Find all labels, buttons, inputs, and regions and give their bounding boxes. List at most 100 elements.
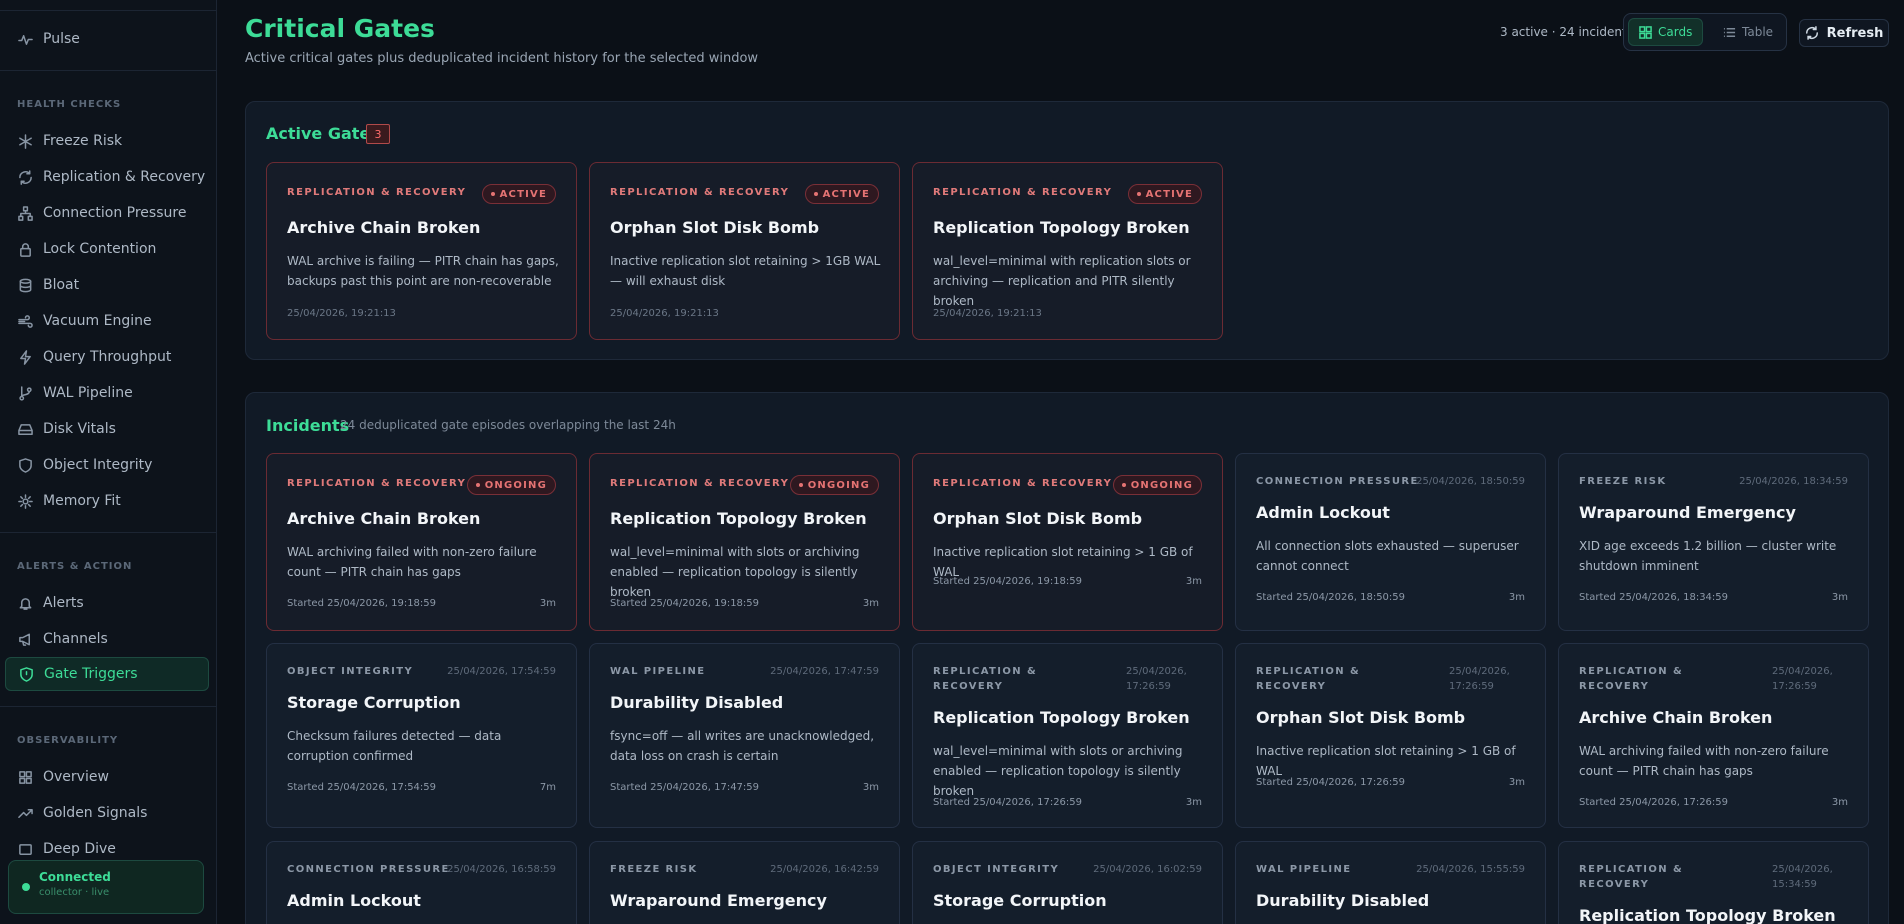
sidebar-item-label: Memory Fit xyxy=(43,493,121,509)
shield-icon xyxy=(18,666,34,682)
card-duration: 3m xyxy=(539,598,556,609)
incident-card[interactable]: REPLICATION & RECOVERY ONGOING Archive C… xyxy=(266,453,577,631)
card-timestamp: 25/04/2026, 18:50:59 xyxy=(1416,476,1525,487)
card-timestamp: 25/04/2026, 16:58:59 xyxy=(447,864,556,875)
incident-card[interactable]: REPLICATION & RECOVERY ONGOING Replicati… xyxy=(589,453,900,631)
sidebar-top-divider xyxy=(0,10,216,11)
card-description: XID age exceeds 1.2 billion — cluster wr… xyxy=(1579,539,1837,573)
sidebar-item-label: Replication & Recovery xyxy=(43,169,206,185)
card-title: Replication Topology Broken xyxy=(933,218,1190,237)
sidebar-item-disk-vitals[interactable]: Disk Vitals xyxy=(5,412,209,446)
incident-card[interactable]: OBJECT INTEGRITY 25/04/2026, 17:54:59 St… xyxy=(266,643,577,828)
incident-card[interactable]: WAL PIPELINE 25/04/2026, 17:47:59 Durabi… xyxy=(589,643,900,828)
active-gate-card[interactable]: REPLICATION & RECOVERY ACTIVE Replicatio… xyxy=(912,162,1223,340)
sidebar-item-label: Object Integrity xyxy=(43,457,153,473)
status-badge: ONGOING xyxy=(1112,475,1202,495)
card-category: CONNECTION PRESSURE xyxy=(1256,476,1419,487)
pulse-icon xyxy=(17,31,33,47)
card-category: REPLICATION & RECOVERY xyxy=(933,187,1113,198)
incident-card[interactable]: OBJECT INTEGRITY 25/04/2026, 16:02:59 St… xyxy=(912,841,1223,924)
shield-icon xyxy=(17,457,33,473)
card-category: FREEZE RISK xyxy=(1579,476,1667,487)
status-label: ACTIVE xyxy=(1145,188,1193,200)
status-badge: ACTIVE xyxy=(481,184,556,204)
page-title: Critical Gates xyxy=(245,14,435,43)
incident-card[interactable]: CONNECTION PRESSURE 25/04/2026, 18:50:59… xyxy=(1235,453,1546,631)
summary-counts: 3 active · 24 incidents xyxy=(1500,25,1633,39)
incident-card[interactable]: REPLICATION & RECOVERY 25/04/2026, 17:26… xyxy=(912,643,1223,828)
sidebar-item-label: Freeze Risk xyxy=(43,133,123,149)
sidebar-item-wal-pipeline[interactable]: WAL Pipeline xyxy=(5,376,209,410)
status-label: ACTIVE xyxy=(499,188,547,200)
sidebar-item-channels[interactable]: Channels xyxy=(5,622,209,656)
sidebar-item-label: Golden Signals xyxy=(43,805,148,821)
status-dot xyxy=(475,483,480,487)
sidebar-item-object-integrity[interactable]: Object Integrity xyxy=(5,448,209,482)
sidebar-divider xyxy=(0,532,216,533)
card-description: All connection slots exhausted — superus… xyxy=(1256,539,1519,573)
cards-view-button[interactable]: Cards xyxy=(1628,18,1704,46)
card-category: REPLICATION & RECOVERY xyxy=(287,478,467,489)
table-view-button[interactable]: Table xyxy=(1713,18,1783,46)
network-icon xyxy=(17,205,33,221)
card-started: Started 25/04/2026, 17:26:59 xyxy=(933,797,1083,808)
card-description: Inactive replication slot retaining > 1G… xyxy=(610,254,881,288)
status-badge: ONGOING xyxy=(789,475,879,495)
sidebar-item-pulse[interactable]: Pulse xyxy=(5,22,209,56)
hard-drive-icon xyxy=(17,421,33,437)
card-timestamp: 25/04/2026, 19:21:13 xyxy=(610,308,719,319)
section-health-checks: HEALTH CHECKS xyxy=(17,99,122,110)
card-duration: 3m xyxy=(1831,592,1848,603)
incident-card[interactable]: REPLICATION & RECOVERY ONGOING Orphan Sl… xyxy=(912,453,1223,631)
card-started: Started 25/04/2026, 17:26:59 xyxy=(1256,777,1406,788)
sidebar-item-bloat[interactable]: Bloat xyxy=(5,268,209,302)
sidebar-item-label: Disk Vitals xyxy=(43,421,116,437)
lightning-icon xyxy=(17,349,33,365)
sidebar-item-gate-triggers[interactable]: Gate Triggers xyxy=(5,657,209,691)
sidebar-item-label: Vacuum Engine xyxy=(43,313,152,329)
card-duration: 3m xyxy=(1831,797,1848,808)
active-gate-card[interactable]: REPLICATION & RECOVERY ACTIVE Orphan Slo… xyxy=(589,162,900,340)
incident-card[interactable]: WAL PIPELINE 25/04/2026, 15:55:59 Durabi… xyxy=(1235,841,1546,924)
card-started: Started 25/04/2026, 19:18:59 xyxy=(287,598,437,609)
incident-card[interactable]: FREEZE RISK 25/04/2026, 16:42:59 Wraparo… xyxy=(589,841,900,924)
status-badge: ACTIVE xyxy=(1127,184,1202,204)
sidebar-item-query-throughput[interactable]: Query Throughput xyxy=(5,340,209,374)
card-started: Started 25/04/2026, 18:34:59 xyxy=(1579,592,1729,603)
card-timestamp: 25/04/2026, 17:26:59 xyxy=(1126,666,1187,692)
card-duration: 7m xyxy=(539,782,556,793)
wind-icon xyxy=(17,313,33,329)
grid-icon xyxy=(17,769,33,785)
sidebar-item-freeze-risk[interactable]: Freeze Risk xyxy=(5,124,209,158)
card-started: Started 25/04/2026, 17:54:59 xyxy=(287,782,437,793)
incident-card[interactable]: CONNECTION PRESSURE 25/04/2026, 16:58:59… xyxy=(266,841,577,924)
incident-card[interactable]: REPLICATION & RECOVERY 25/04/2026, 17:26… xyxy=(1558,643,1869,828)
page-subtitle: Active critical gates plus deduplicated … xyxy=(245,51,759,66)
sidebar-item-lock-contention[interactable]: Lock Contention xyxy=(5,232,209,266)
incident-card[interactable]: REPLICATION & RECOVERY 25/04/2026, 15:34… xyxy=(1558,841,1869,924)
refresh-button[interactable]: Refresh xyxy=(1799,19,1889,47)
card-description: wal_level=minimal with replication slots… xyxy=(933,254,1191,308)
active-gate-card[interactable]: REPLICATION & RECOVERY ACTIVE Archive Ch… xyxy=(266,162,577,340)
card-duration: 3m xyxy=(1508,777,1525,788)
sidebar-item-replication-recovery[interactable]: Replication & Recovery xyxy=(5,160,209,194)
card-timestamp: 25/04/2026, 19:21:13 xyxy=(933,308,1042,319)
section-observability: OBSERVABILITY xyxy=(17,735,119,746)
sidebar-item-memory-fit[interactable]: Memory Fit xyxy=(5,484,209,518)
sidebar-item-vacuum-engine[interactable]: Vacuum Engine xyxy=(5,304,209,338)
chip-icon xyxy=(17,493,33,509)
card-category: WAL PIPELINE xyxy=(1256,864,1352,875)
card-description: WAL archiving failed with non-zero failu… xyxy=(287,545,537,579)
grid-icon xyxy=(1639,25,1652,39)
bell-icon xyxy=(17,595,33,611)
trending-icon xyxy=(17,805,33,821)
incident-card[interactable]: FREEZE RISK 25/04/2026, 18:34:59 Wraparo… xyxy=(1558,453,1869,631)
section-alerts-action: ALERTS & ACTION xyxy=(17,561,133,572)
sidebar-item-alerts[interactable]: Alerts xyxy=(5,586,209,620)
table-view-label: Table xyxy=(1742,25,1774,39)
card-title: Archive Chain Broken xyxy=(1579,708,1773,727)
sidebar-item-connection-pressure[interactable]: Connection Pressure xyxy=(5,196,209,230)
sidebar-item-golden-signals[interactable]: Golden Signals xyxy=(5,796,209,830)
sidebar-item-overview[interactable]: Overview xyxy=(5,760,209,794)
incident-card[interactable]: REPLICATION & RECOVERY 25/04/2026, 17:26… xyxy=(1235,643,1546,828)
